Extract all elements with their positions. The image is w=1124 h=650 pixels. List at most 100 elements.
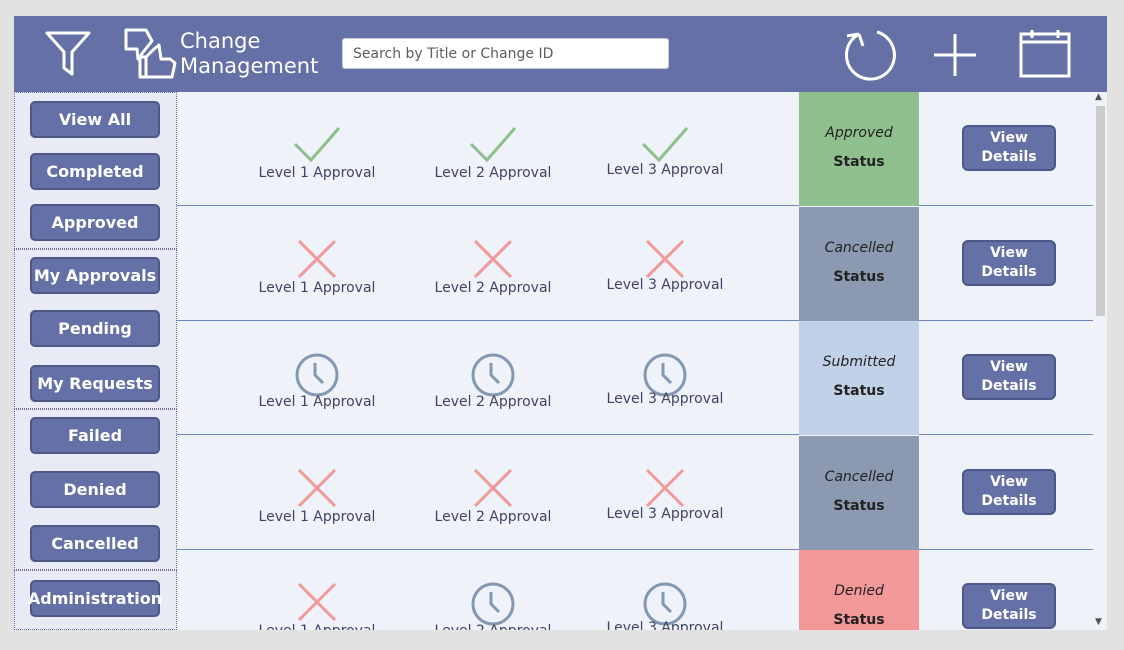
nav-denied-button[interactable]: Denied: [30, 471, 160, 508]
view-details-label: View Details: [981, 359, 1037, 394]
list-item[interactable]: Level 1 Approval Level 2 Approval Level 3 …: [177, 92, 1093, 206]
list-item[interactable]: Level 1 Approval Level 2 Approval Level 3 …: [177, 435, 1093, 550]
check-icon: [641, 120, 689, 168]
view-details-button[interactable]: View Details: [962, 125, 1056, 171]
approval-label: Level 2 Approval: [434, 508, 552, 525]
x-icon: [293, 235, 341, 283]
list-item[interactable]: Level 1 Approval Level 2 Approval Level 3 …: [177, 321, 1093, 435]
nav-my-requests-button[interactable]: My Requests: [30, 365, 160, 402]
approval-level-3: Level 3 Approval: [585, 321, 745, 435]
check-icon: [293, 120, 341, 168]
status-label: Status: [833, 268, 885, 285]
approval-label: Level 3 Approval: [606, 505, 724, 522]
nav-administration-button[interactable]: Administration: [28, 580, 162, 617]
view-details-button[interactable]: View Details: [962, 239, 1056, 286]
approval-level-2: Level 2 Approval: [413, 207, 573, 321]
x-icon: [469, 235, 517, 283]
approval-level-2: Level 2 Approval: [413, 321, 573, 435]
refresh-icon[interactable]: [841, 26, 897, 86]
status-value: Cancelled: [824, 468, 894, 485]
x-icon: [293, 464, 341, 512]
approval-level-3: Level 3 Approval: [585, 550, 745, 630]
approval-level-1: Level 1 Approval: [237, 550, 397, 630]
approval-level-3: Level 3 Approval: [585, 92, 745, 206]
search-input[interactable]: [342, 38, 669, 69]
status-value: Approved: [825, 125, 893, 141]
approval-level-1: Level 1 Approval: [237, 207, 397, 321]
clock-icon: [469, 580, 517, 628]
list-item[interactable]: Level 1 Approval Level 2 Approval Level 3 …: [177, 206, 1093, 321]
view-details-label: View Details: [981, 588, 1037, 623]
filter-icon[interactable]: [44, 30, 92, 82]
status-value: Cancelled: [824, 239, 894, 256]
calendar-icon[interactable]: [1018, 28, 1072, 84]
header-bar: Change Management: [14, 16, 1107, 92]
view-details-button[interactable]: View Details: [962, 583, 1056, 629]
check-icon: [469, 120, 517, 168]
app-title: Change Management: [180, 29, 318, 79]
change-request-list[interactable]: Level 1 Approval Level 2 Approval Level 3 …: [177, 92, 1093, 630]
nav-cancelled-button[interactable]: Cancelled: [30, 525, 160, 562]
approval-level-2: Level 2 Approval: [413, 92, 573, 206]
x-icon: [641, 464, 689, 512]
approval-level-1: Level 1 Approval: [237, 321, 397, 435]
vertical-scrollbar[interactable]: ▲ ▼: [1093, 92, 1107, 630]
approval-label: Level 1 Approval: [258, 394, 376, 410]
approval-level-2: Level 2 Approval: [413, 550, 573, 630]
status-label: Status: [833, 497, 885, 514]
status-badge: Denied Status: [799, 550, 919, 630]
view-details-label: View Details: [981, 244, 1037, 280]
approval-label: Level 3 Approval: [606, 620, 724, 630]
approval-label: Level 3 Approval: [606, 162, 724, 178]
title-line-2: Management: [180, 54, 319, 78]
status-badge: Approved Status: [799, 92, 919, 206]
x-icon: [469, 464, 517, 512]
approval-label: Level 2 Approval: [434, 165, 552, 181]
scroll-up-arrow-icon[interactable]: ▲: [1095, 92, 1102, 102]
scroll-down-arrow-icon[interactable]: ▼: [1095, 617, 1102, 627]
approval-level-1: Level 1 Approval: [237, 92, 397, 206]
status-badge: Submitted Status: [799, 321, 919, 435]
approval-label: Level 3 Approval: [606, 391, 724, 407]
title-line-1: Change: [180, 29, 261, 53]
status-badge: Cancelled Status: [799, 206, 919, 321]
list-item[interactable]: Level 1 Approval Level 2 Approval Level 3 …: [177, 550, 1093, 630]
x-icon: [293, 578, 341, 626]
approval-level-1: Level 1 Approval: [237, 436, 397, 550]
approval-label: Level 2 Approval: [434, 279, 552, 296]
x-icon: [641, 235, 689, 283]
approval-level-3: Level 3 Approval: [585, 207, 745, 321]
view-details-label: View Details: [981, 130, 1037, 165]
status-label: Status: [833, 612, 885, 628]
approval-label: Level 1 Approval: [237, 623, 397, 630]
sidebar: View All Completed Approved My Approvals…: [14, 92, 177, 630]
status-badge: Cancelled Status: [799, 435, 919, 550]
nav-completed-button[interactable]: Completed: [30, 153, 160, 190]
approval-label: Level 3 Approval: [606, 276, 724, 293]
approval-label: Level 2 Approval: [413, 623, 573, 630]
scrollbar-thumb[interactable]: [1096, 106, 1105, 316]
status-label: Status: [833, 154, 885, 170]
thumbs-up-down-icon: [124, 27, 178, 85]
status-label: Status: [833, 383, 885, 399]
nav-my-approvals-button[interactable]: My Approvals: [30, 257, 160, 294]
view-details-button[interactable]: View Details: [962, 468, 1056, 515]
nav-failed-button[interactable]: Failed: [30, 417, 160, 454]
view-details-button[interactable]: View Details: [962, 354, 1056, 400]
change-management-app: Change Management View All Completed App…: [14, 16, 1107, 630]
approval-label: Level 1 Approval: [258, 508, 376, 525]
status-value: Submitted: [822, 354, 896, 370]
approval-label: Level 2 Approval: [434, 394, 552, 410]
view-details-label: View Details: [981, 473, 1037, 509]
approval-label: Level 1 Approval: [258, 279, 376, 296]
nav-view-all-button[interactable]: View All: [30, 101, 160, 138]
nav-pending-button[interactable]: Pending: [30, 310, 160, 347]
approval-level-3: Level 3 Approval: [585, 436, 745, 550]
approval-level-2: Level 2 Approval: [413, 436, 573, 550]
nav-approved-button[interactable]: Approved: [30, 204, 160, 241]
clock-icon: [469, 351, 517, 399]
add-icon[interactable]: [932, 32, 978, 82]
approval-label: Level 1 Approval: [258, 165, 376, 181]
clock-icon: [293, 351, 341, 399]
status-value: Denied: [834, 583, 884, 599]
